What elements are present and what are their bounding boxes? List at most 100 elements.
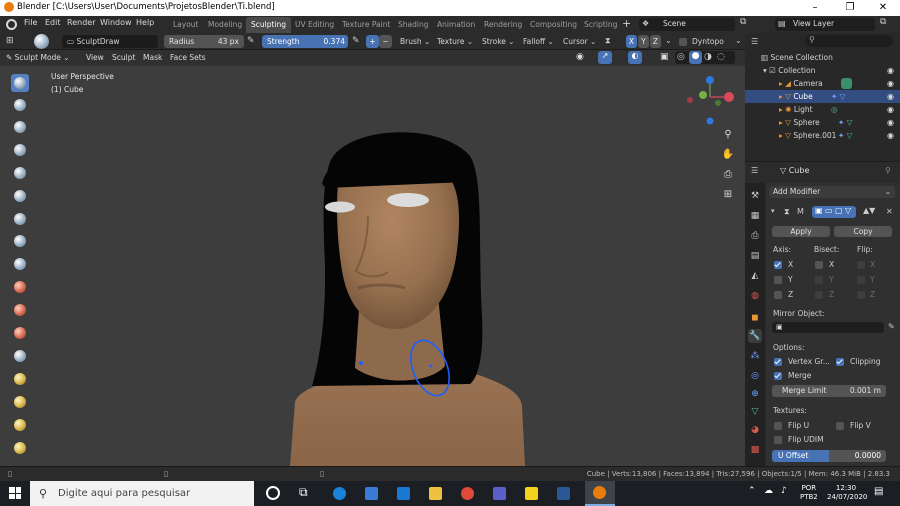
cortana-icon[interactable] bbox=[266, 486, 280, 500]
task-view-icon[interactable]: ⧉ bbox=[299, 485, 308, 500]
add-workspace-icon[interactable]: + bbox=[622, 17, 631, 30]
menu-mask[interactable]: Mask bbox=[143, 53, 162, 62]
3d-viewport[interactable]: User Perspective (1) Cube ⚲ ✋ ⎙ ⊞ bbox=[0, 66, 745, 466]
mirror-object-field[interactable]: ▣ bbox=[772, 322, 884, 333]
notifications-icon[interactable]: ▤ bbox=[874, 486, 883, 497]
material-shading-icon[interactable]: ◑ bbox=[704, 52, 712, 62]
scene-tab-icon[interactable]: ◭ bbox=[748, 269, 762, 283]
outliner-search[interactable]: ⚲ bbox=[805, 35, 893, 47]
cursor-dropdown[interactable]: Cursor ⌄ bbox=[563, 35, 596, 48]
brush-dropdown[interactable]: Brush ⌄ bbox=[400, 35, 430, 48]
tab-shading[interactable]: Shading bbox=[393, 17, 433, 33]
network-icon[interactable]: ☁ bbox=[764, 486, 773, 496]
tool-pose-icon[interactable] bbox=[11, 439, 29, 457]
apply-button[interactable]: Apply bbox=[772, 226, 830, 237]
menu-view[interactable]: View bbox=[86, 53, 104, 62]
ortho-grid-icon[interactable]: ⊞ bbox=[721, 188, 735, 202]
gizmo-neg-y-axis[interactable] bbox=[715, 100, 721, 106]
tool-grab-icon[interactable] bbox=[11, 370, 29, 388]
overlay-toggle-icon[interactable]: ◐ bbox=[628, 51, 642, 64]
texture-tab-icon[interactable]: ▩ bbox=[748, 443, 762, 457]
gizmo-neg-z-axis[interactable] bbox=[706, 117, 714, 125]
constraints-tab-icon[interactable]: ⊕ bbox=[748, 387, 762, 401]
direction-subtract-button[interactable]: − bbox=[379, 35, 392, 48]
tool-clay-strips-icon[interactable] bbox=[11, 141, 29, 159]
menu-face-sets[interactable]: Face Sets bbox=[170, 53, 206, 62]
cage-icon[interactable]: ▽ bbox=[845, 206, 851, 215]
radius-pressure-icon[interactable]: ✎ bbox=[247, 36, 255, 46]
mail-icon[interactable] bbox=[397, 487, 410, 500]
tab-rendering[interactable]: Rendering bbox=[479, 17, 527, 33]
tool-smooth-icon[interactable] bbox=[11, 255, 29, 273]
object-tab-icon[interactable]: ◼ bbox=[748, 311, 762, 325]
brush-name-field[interactable]: ▭ SculptDraw bbox=[62, 35, 158, 48]
clock[interactable]: 12:30 24/07/2020 bbox=[827, 484, 867, 502]
dyntopo-dropdown[interactable]: Dyntopo bbox=[692, 35, 724, 48]
flip-v-checkbox[interactable] bbox=[836, 422, 844, 430]
tool-draw-sharp-icon[interactable] bbox=[11, 96, 29, 114]
collapse-icon[interactable]: ▾ bbox=[771, 207, 775, 215]
mode-selector[interactable]: ✎ Sculpt Mode ⌄ bbox=[6, 52, 70, 64]
radius-field[interactable]: Radius 43 px bbox=[164, 35, 244, 48]
remove-modifier-icon[interactable]: ✕ bbox=[886, 207, 893, 216]
teams-icon[interactable] bbox=[493, 487, 506, 500]
outliner-type-icon[interactable]: ☰ bbox=[751, 37, 758, 46]
gizmo-z-axis[interactable] bbox=[706, 76, 714, 84]
merge-limit-field[interactable]: Merge Limit 0.001 m bbox=[772, 385, 886, 397]
tool-layer-icon[interactable] bbox=[11, 164, 29, 182]
menu-file[interactable]: File bbox=[24, 18, 37, 27]
render-tab-icon[interactable]: ▦ bbox=[748, 209, 762, 223]
explorer-icon[interactable] bbox=[429, 487, 442, 500]
tool-scrape-icon[interactable] bbox=[11, 324, 29, 342]
view-layer-tab-icon[interactable]: ▤ bbox=[748, 249, 762, 263]
chrome-icon[interactable] bbox=[461, 487, 474, 500]
menu-render[interactable]: Render bbox=[67, 18, 95, 27]
tool-crease-icon[interactable] bbox=[11, 232, 29, 250]
dyntopo-checkbox[interactable] bbox=[679, 38, 687, 46]
eye-icon[interactable]: ◉ bbox=[887, 103, 894, 116]
stroke-dropdown[interactable]: Stroke ⌄ bbox=[482, 35, 515, 48]
clipping-checkbox[interactable] bbox=[836, 358, 844, 366]
new-scene-icon[interactable]: ⧉ bbox=[740, 17, 746, 27]
tab-sculpting[interactable]: Sculpting bbox=[246, 17, 292, 33]
eye-icon[interactable]: ◉ bbox=[887, 129, 894, 142]
axis-y-checkbox[interactable] bbox=[774, 276, 782, 284]
vertex-groups-checkbox[interactable] bbox=[774, 358, 782, 366]
add-modifier-dropdown[interactable]: Add Modifier ⌄ bbox=[769, 186, 895, 198]
bisect-x-checkbox[interactable] bbox=[815, 261, 823, 269]
strength-field[interactable]: Strength 0.374 bbox=[262, 35, 348, 48]
data-tab-icon[interactable]: ▽ bbox=[748, 405, 762, 419]
flip-u-checkbox[interactable] bbox=[774, 422, 782, 430]
scene-selector[interactable]: ❖ Scene bbox=[639, 18, 735, 31]
symmetry-options-icon[interactable]: ⌄ bbox=[665, 36, 672, 45]
eye-icon[interactable]: ◉ bbox=[887, 64, 894, 77]
symmetry-y-toggle[interactable]: Y bbox=[638, 35, 649, 48]
gizmo-x-axis[interactable] bbox=[724, 92, 734, 102]
render-display-icon[interactable]: ▢ bbox=[835, 206, 843, 215]
particles-tab-icon[interactable]: ⁂ bbox=[748, 349, 762, 363]
material-tab-icon[interactable]: ◕ bbox=[748, 423, 762, 437]
outliner-item-camera[interactable]: ▸ ◢ Camera ◉ bbox=[745, 77, 900, 90]
eye-icon[interactable]: ◉ bbox=[887, 90, 894, 103]
outliner-item-sphere[interactable]: ▸ ▽ Sphere ✦ ▽ ◉ bbox=[745, 116, 900, 129]
outliner-scene-collection[interactable]: ▥ Scene Collection bbox=[745, 51, 900, 64]
tool-thumb-icon[interactable] bbox=[11, 416, 29, 434]
pin-icon[interactable]: ⚲ bbox=[885, 166, 891, 175]
taskbar-search[interactable]: ⚲ Digite aqui para pesquisar bbox=[30, 481, 254, 506]
move-up-icon[interactable]: ▲▼ bbox=[863, 206, 875, 215]
gizmo-neg-x-axis[interactable] bbox=[687, 97, 693, 103]
tray-chevron-icon[interactable]: ⌃ bbox=[748, 486, 756, 496]
merge-checkbox[interactable] bbox=[774, 372, 782, 380]
world-tab-icon[interactable]: ◍ bbox=[748, 289, 762, 303]
keyboard-language[interactable]: POR PTB2 bbox=[800, 484, 818, 502]
symmetry-z-toggle[interactable]: Z bbox=[650, 35, 661, 48]
modifier-display-toggles[interactable]: ▣ ▭ ▢ ▽ bbox=[812, 206, 856, 218]
store-icon[interactable] bbox=[365, 487, 378, 500]
outliner-collection[interactable]: ▾ ☑ Collection ◉ bbox=[745, 64, 900, 77]
viewport-display-icon[interactable]: ▭ bbox=[825, 206, 833, 215]
properties-type-icon[interactable]: ☰ bbox=[751, 166, 758, 175]
blender-menu-icon[interactable] bbox=[6, 19, 17, 30]
edge-icon[interactable] bbox=[333, 487, 346, 500]
axis-z-checkbox[interactable] bbox=[774, 291, 782, 299]
symmetry-x-toggle[interactable]: X bbox=[626, 35, 637, 48]
